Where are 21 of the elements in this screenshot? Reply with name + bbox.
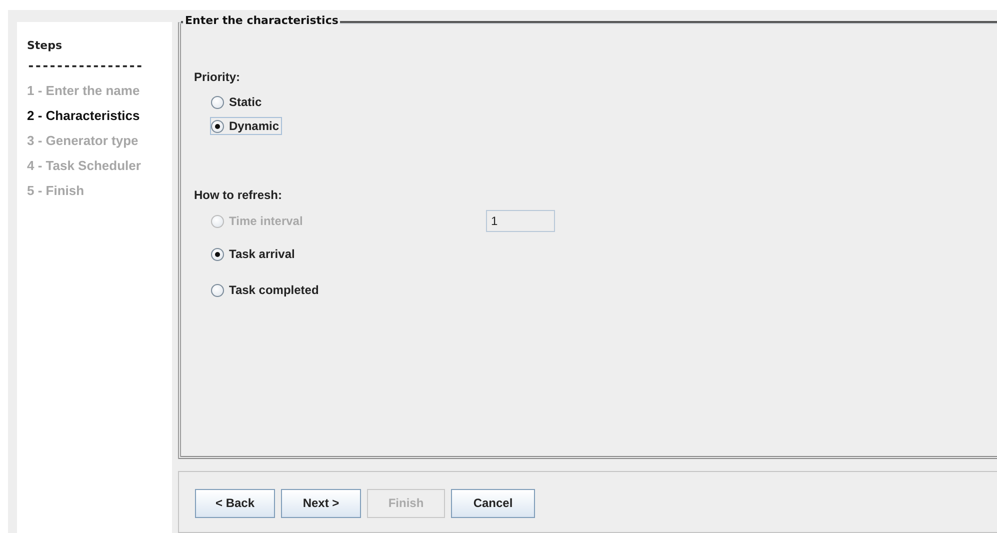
wizard-button[interactable]: Next >	[281, 488, 361, 518]
frame-title: Enter the characteristics	[183, 14, 340, 27]
steps-separator: ----------------	[27, 59, 144, 74]
radio-option[interactable]: Task arrival	[210, 245, 298, 263]
step-item: 1 - Enter the name	[27, 82, 141, 100]
group-label: Priority:	[194, 69, 242, 86]
radio-option[interactable]: Task completed	[210, 281, 322, 299]
wizard-button[interactable]: < Back	[195, 488, 275, 518]
radio-icon[interactable]	[211, 96, 224, 108]
radio-option[interactable]: Dynamic	[210, 117, 282, 135]
radio-icon[interactable]	[211, 284, 224, 296]
radio-option[interactable]: Static	[210, 93, 265, 111]
step-item: 2 - Characteristics	[27, 107, 141, 125]
step-item: 4 - Task Scheduler	[27, 157, 142, 175]
step-item: 5 - Finish	[27, 182, 86, 200]
steps-title: Steps	[27, 39, 64, 52]
wizard-button[interactable]: Cancel	[451, 488, 535, 518]
radio-icon[interactable]	[211, 120, 224, 132]
radio-icon[interactable]	[211, 248, 224, 260]
step-item: 3 - Generator type	[27, 132, 140, 150]
group-label: How to refresh:	[194, 187, 284, 204]
